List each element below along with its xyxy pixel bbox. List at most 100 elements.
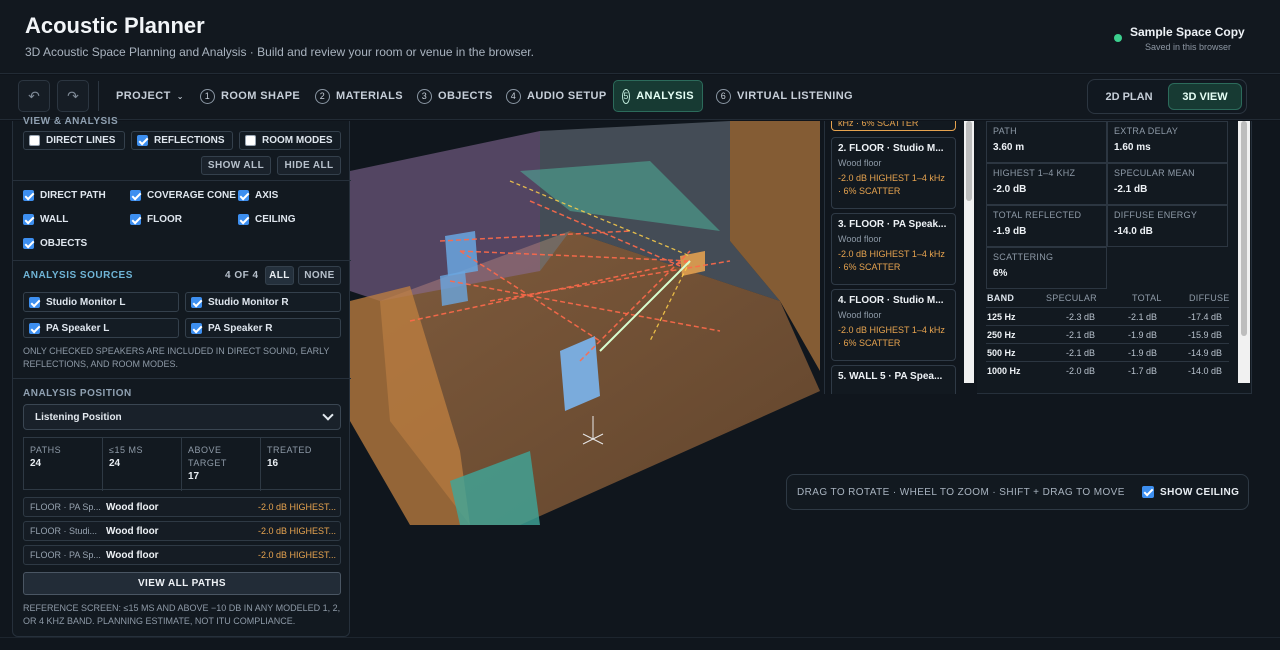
metric-value: 3.60 m bbox=[993, 142, 1025, 153]
sources-count: 4 OF 4 bbox=[225, 270, 259, 281]
metric-value: 6% bbox=[993, 268, 1008, 279]
layer-direct-path[interactable]: DIRECT PATH bbox=[23, 190, 106, 201]
checkbox[interactable] bbox=[29, 322, 40, 334]
path-card-selected[interactable]: kHz · 6% SCATTER bbox=[831, 121, 956, 131]
band-specular: -2.1 dB bbox=[1066, 348, 1096, 358]
source-studio-monitor-r[interactable]: Studio Monitor R bbox=[185, 292, 341, 312]
select-no-sources-button[interactable]: NONE bbox=[298, 266, 341, 285]
checkbox[interactable] bbox=[245, 135, 256, 146]
checkbox[interactable] bbox=[23, 190, 34, 201]
toggle-room-modes[interactable]: ROOM MODES bbox=[239, 131, 341, 150]
source-pa-speaker-r[interactable]: PA Speaker R bbox=[185, 318, 341, 338]
band-frequency: 125 Hz bbox=[987, 312, 1016, 322]
layer-coverage-cone[interactable]: COVERAGE CONE bbox=[130, 190, 236, 201]
view-all-paths-button[interactable]: VIEW ALL PATHS bbox=[23, 572, 341, 595]
scrollbar-thumb[interactable] bbox=[1241, 121, 1247, 336]
path-row[interactable]: FLOOR · Studi... Wood floor -2.0 dB HIGH… bbox=[23, 521, 341, 541]
path-card[interactable]: 3. FLOOR · PA Speak... Wood floor -2.0 d… bbox=[831, 213, 956, 285]
view-2d-plan-button[interactable]: 2D PLAN bbox=[1094, 83, 1164, 110]
checkbox[interactable] bbox=[23, 214, 34, 225]
toggle-label: DIRECT LINES bbox=[46, 135, 116, 146]
show-ceiling-toggle[interactable]: SHOW CEILING bbox=[1142, 486, 1239, 498]
stat-value: 24 bbox=[30, 458, 42, 469]
layer-label: OBJECTS bbox=[40, 238, 88, 249]
checkbox[interactable] bbox=[29, 296, 40, 308]
tab-objects[interactable]: 3 OBJECTS bbox=[409, 80, 501, 112]
metric-value: -2.0 dB bbox=[993, 184, 1027, 195]
undo-icon: ↶ bbox=[28, 87, 40, 104]
path-card[interactable]: 5. WALL 5 · PA Spea... bbox=[831, 365, 956, 394]
show-all-button[interactable]: SHOW ALL bbox=[201, 156, 271, 175]
toggle-direct-lines[interactable]: DIRECT LINES bbox=[23, 131, 125, 150]
analysis-position-select[interactable]: Listening Position bbox=[23, 404, 341, 430]
path-card[interactable]: 2. FLOOR · Studio M... Wood floor -2.0 d… bbox=[831, 137, 956, 209]
path-card-title: 5. WALL 5 · PA Spea... bbox=[838, 371, 943, 382]
metric-value: -2.1 dB bbox=[1114, 184, 1148, 195]
checkbox[interactable] bbox=[130, 214, 141, 225]
layer-label: FLOOR bbox=[147, 214, 182, 225]
path-card-material: Wood floor bbox=[838, 310, 882, 320]
band-header-diffuse: DIFFUSE bbox=[1189, 293, 1230, 303]
select-all-sources-button[interactable]: ALL bbox=[265, 266, 294, 285]
scrollbar-thumb[interactable] bbox=[966, 121, 972, 201]
step-number: 1 bbox=[200, 88, 215, 104]
layer-floor[interactable]: FLOOR bbox=[130, 214, 182, 225]
layer-ceiling[interactable]: CEILING bbox=[238, 214, 296, 225]
detail-scrollbar[interactable] bbox=[1238, 121, 1250, 383]
band-total: -1.9 dB bbox=[1128, 330, 1158, 340]
app-title: Acoustic Planner bbox=[25, 13, 205, 38]
path-result: -2.0 dB HIGHEST... bbox=[257, 550, 336, 560]
checkbox[interactable] bbox=[29, 135, 40, 146]
band-specular: -2.0 dB bbox=[1066, 366, 1096, 376]
toggle-reflections[interactable]: REFLECTIONS bbox=[131, 131, 233, 150]
band-row: 250 Hz -2.1 dB -1.9 dB -15.9 dB bbox=[986, 325, 1229, 343]
tab-room-shape[interactable]: 1 ROOM SHAPE bbox=[192, 80, 308, 112]
source-pa-speaker-l[interactable]: PA Speaker L bbox=[23, 318, 179, 338]
tab-label: OBJECTS bbox=[438, 90, 493, 102]
layer-objects[interactable]: OBJECTS bbox=[23, 238, 87, 249]
stat-paths: PATHS 24 bbox=[24, 438, 103, 491]
analysis-panel: VIEW & ANALYSIS DIRECT LINES REFLECTIONS… bbox=[12, 116, 351, 637]
path-card-result: -2.0 dB HIGHEST 1–4 kHz · 6% SCATTER bbox=[838, 173, 945, 196]
undo-button[interactable]: ↶ bbox=[18, 80, 50, 112]
divider bbox=[0, 637, 1280, 638]
metric-label: DIFFUSE ENERGY bbox=[1114, 210, 1198, 220]
checkbox[interactable] bbox=[238, 214, 249, 225]
viewport-controls-hint: DRAG TO ROTATE · WHEEL TO ZOOM · SHIFT +… bbox=[786, 474, 1249, 510]
checkbox[interactable] bbox=[191, 322, 202, 334]
path-list-scrollbar[interactable] bbox=[964, 121, 974, 383]
checkbox[interactable] bbox=[130, 190, 141, 201]
path-detail-panel: PATH 3.60 m EXTRA DELAY 1.60 ms HIGHEST … bbox=[977, 121, 1252, 394]
view-analysis-heading: VIEW & ANALYSIS bbox=[23, 116, 119, 127]
view-3d-button[interactable]: 3D VIEW bbox=[1168, 83, 1242, 110]
layer-axis[interactable]: AXIS bbox=[238, 190, 278, 201]
tab-materials[interactable]: 2 MATERIALS bbox=[307, 80, 411, 112]
metric-highest: HIGHEST 1–4 KHZ -2.0 dB bbox=[986, 163, 1107, 205]
checkbox[interactable] bbox=[23, 238, 34, 249]
checkbox[interactable] bbox=[191, 296, 202, 308]
path-row[interactable]: FLOOR · PA Sp... Wood floor -2.0 dB HIGH… bbox=[23, 497, 341, 517]
band-total: -2.1 dB bbox=[1128, 312, 1158, 322]
stat-within-15ms: ≤15 MS 24 bbox=[103, 438, 182, 491]
project-menu[interactable]: PROJECT ⌄ bbox=[108, 80, 192, 112]
tab-audio-setup[interactable]: 4 AUDIO SETUP bbox=[498, 80, 615, 112]
path-card[interactable]: 4. FLOOR · Studio M... Wood floor -2.0 d… bbox=[831, 289, 956, 361]
band-header-specular: SPECULAR bbox=[1046, 293, 1097, 303]
path-material: Wood floor bbox=[106, 525, 159, 537]
metric-diffuse-energy: DIFFUSE ENERGY -14.0 dB bbox=[1107, 205, 1228, 247]
band-header-total: TOTAL bbox=[1132, 293, 1162, 303]
checkbox[interactable] bbox=[238, 190, 249, 201]
path-row[interactable]: FLOOR · PA Sp... Wood floor -2.0 dB HIGH… bbox=[23, 545, 341, 565]
layer-wall[interactable]: WALL bbox=[23, 214, 68, 225]
redo-icon: ↷ bbox=[67, 87, 79, 104]
redo-button[interactable]: ↷ bbox=[57, 80, 89, 112]
checkbox[interactable] bbox=[137, 135, 148, 146]
band-total: -1.7 dB bbox=[1128, 366, 1158, 376]
source-studio-monitor-l[interactable]: Studio Monitor L bbox=[23, 292, 179, 312]
tab-label: ANALYSIS bbox=[636, 90, 694, 102]
tab-analysis[interactable]: 5 ANALYSIS bbox=[613, 80, 703, 112]
hide-all-button[interactable]: HIDE ALL bbox=[277, 156, 341, 175]
tab-virtual-listening[interactable]: 6 VIRTUAL LISTENING bbox=[708, 80, 861, 112]
path-source: FLOOR · Studi... bbox=[30, 526, 98, 536]
checkbox[interactable] bbox=[1142, 486, 1154, 498]
